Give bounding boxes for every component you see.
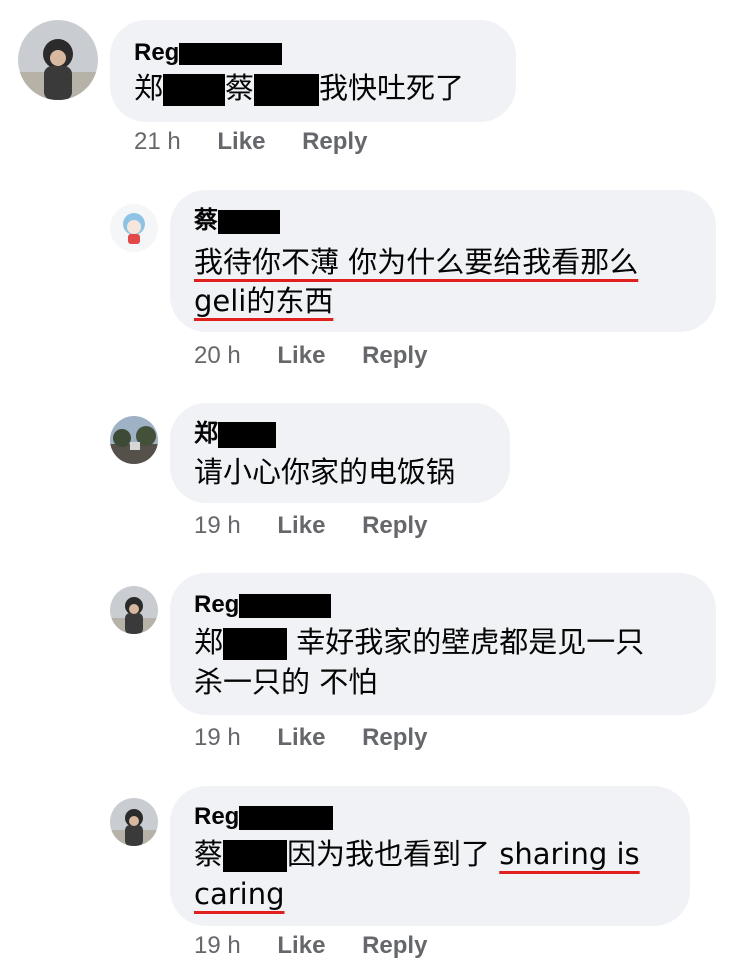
comment-timestamp[interactable]: 19 h [194, 932, 241, 959]
comment-actions: 19 h Like Reply [194, 932, 427, 960]
redacted-name-block [254, 74, 320, 106]
avatar[interactable] [110, 204, 158, 252]
comment-author[interactable]: 郑 [194, 421, 276, 448]
avatar[interactable] [110, 586, 158, 634]
reply-button[interactable]: Reply [362, 342, 427, 369]
author-name-visible[interactable]: Reg [194, 803, 239, 830]
redacted-name-block [179, 42, 283, 65]
profile-photo-icon [110, 204, 158, 252]
reply-button[interactable]: Reply [362, 932, 427, 959]
author-name-visible[interactable]: 蔡 [194, 207, 218, 234]
comment-timestamp[interactable]: 20 h [194, 342, 241, 369]
redacted-name-block [239, 593, 332, 618]
comment-text-segment: 蔡 [194, 837, 224, 871]
comment-actions: 19 h Like Reply [194, 724, 427, 752]
profile-photo-icon [110, 416, 158, 464]
comment-actions: 19 h Like Reply [194, 512, 427, 540]
avatar[interactable] [18, 20, 98, 100]
comment-text: 我待你不薄 你为什么要给我看那么 [194, 245, 639, 279]
comment-actions: 20 h Like Reply [194, 342, 427, 370]
like-button[interactable]: Like [277, 342, 325, 369]
comment-text: 郑 蔡 我快吐死了 [134, 68, 464, 108]
profile-photo-icon [110, 798, 158, 846]
reply-button[interactable]: Reply [302, 128, 367, 155]
comment-text: 杀一只的 不怕 [194, 665, 378, 699]
comment-text: 请小心你家的电饭锅 [194, 455, 456, 489]
comment-author[interactable]: Reg [194, 591, 332, 618]
profile-photo-icon [110, 586, 158, 634]
redacted-name-block [223, 628, 288, 660]
comment-text: caring [194, 877, 285, 911]
comment-timestamp[interactable]: 21 h [134, 128, 181, 155]
comment-author[interactable]: 蔡 [194, 208, 280, 234]
redacted-name-block [218, 421, 276, 448]
comment-timestamp[interactable]: 19 h [194, 724, 241, 751]
redacted-name-block [239, 805, 334, 830]
comment-text-segment: 蔡 [225, 71, 255, 105]
comment-author[interactable]: Reg [194, 803, 334, 830]
comment-text-segment: 因为我也看到了 [287, 837, 500, 871]
comment-text: 蔡 因为我也看到了 sharing is [194, 834, 640, 874]
comment-text-segment: 郑 [134, 71, 164, 105]
like-button[interactable]: Like [277, 512, 325, 539]
comment-text-segment: 郑 [194, 625, 224, 659]
like-button[interactable]: Like [277, 724, 325, 751]
like-button[interactable]: Like [277, 932, 325, 959]
redacted-name-block [218, 209, 280, 234]
comment-author[interactable]: Reg [134, 39, 283, 66]
redacted-name-block [163, 74, 226, 106]
avatar[interactable] [110, 798, 158, 846]
comment-thread: Reg 郑蔡我快吐死了 21 h Like Reply 蔡 我待你不薄 你为什么… [0, 0, 743, 971]
comment-text: geli的东西 [194, 284, 334, 318]
reply-button[interactable]: Reply [362, 724, 427, 751]
comment-text: 郑 幸好我家的壁虎都是见一只 [194, 622, 644, 662]
redacted-name-block [223, 840, 288, 872]
comment-actions: 21 h Like Reply [134, 128, 367, 156]
author-name-visible[interactable]: Reg [134, 39, 179, 66]
profile-photo-icon [18, 20, 98, 100]
author-name-visible[interactable]: Reg [194, 591, 239, 618]
author-name-visible[interactable]: 郑 [194, 420, 218, 447]
reply-button[interactable]: Reply [362, 512, 427, 539]
comment-text-segment: 幸好我家的壁虎都是见一只 [287, 625, 645, 659]
like-button[interactable]: Like [217, 128, 265, 155]
avatar[interactable] [110, 416, 158, 464]
comment-timestamp[interactable]: 19 h [194, 512, 241, 539]
comment-text-segment: 我快吐死了 [319, 71, 465, 105]
comment-text-segment: sharing is [499, 837, 640, 871]
